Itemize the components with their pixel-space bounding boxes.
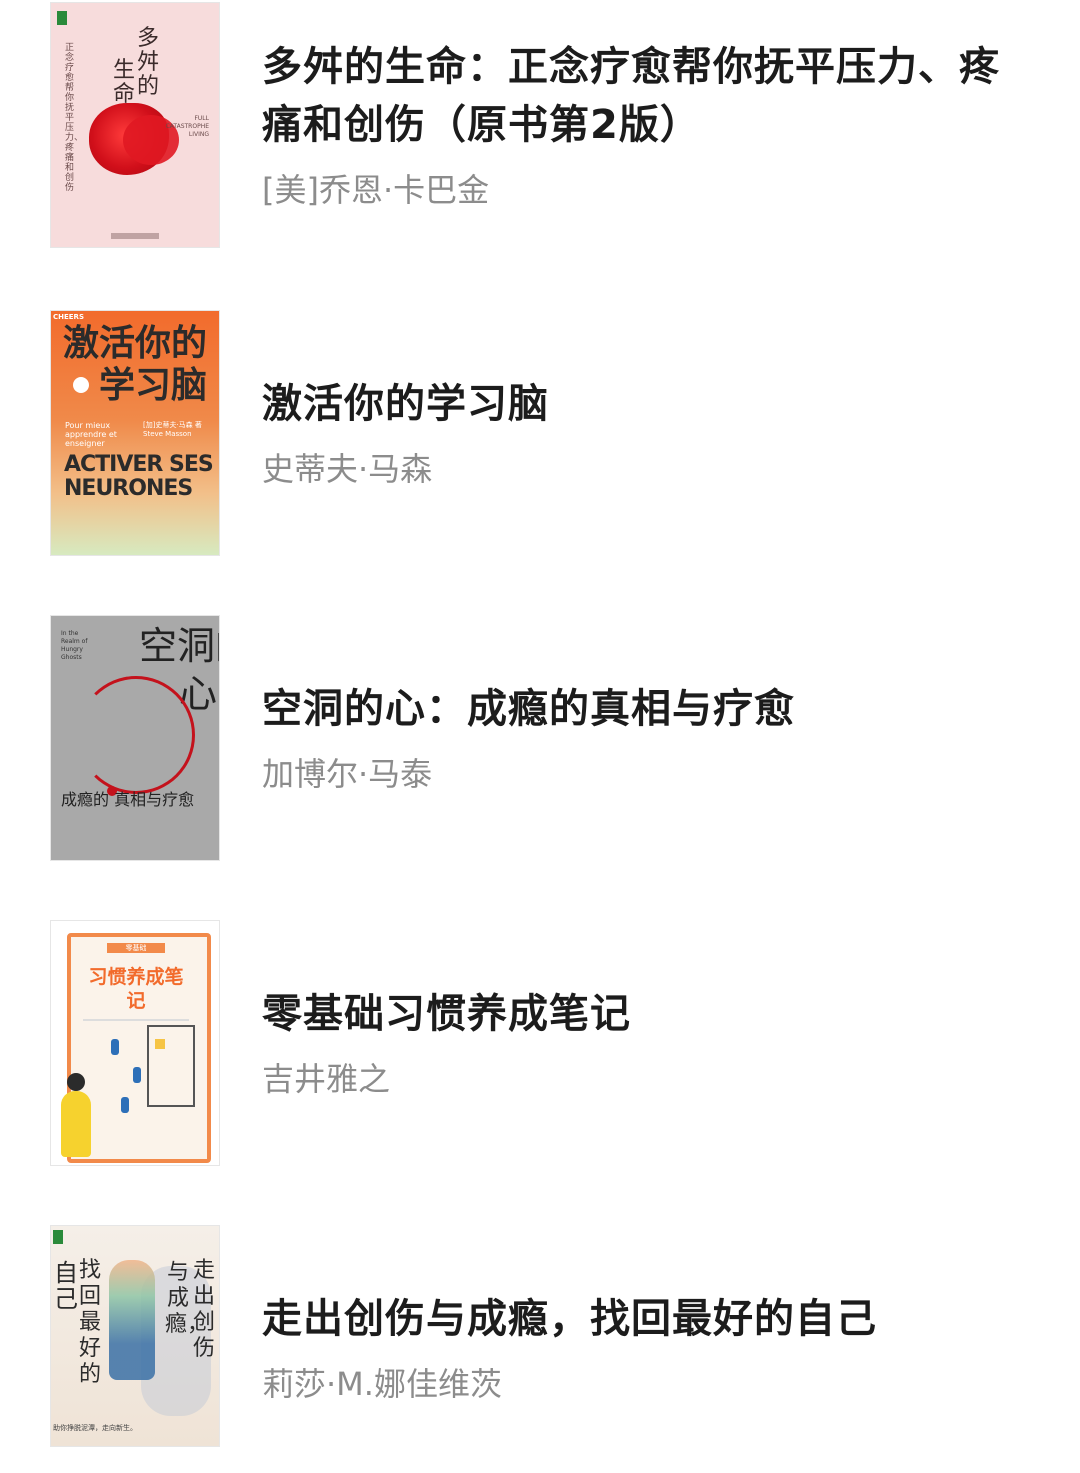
cover-title-line: 生命	[113, 58, 136, 107]
window-illustration	[155, 1039, 165, 1049]
circle-illustration	[77, 676, 195, 794]
figure-illustration	[121, 1097, 129, 1113]
book-cover[interactable]: 零基础 习惯养成笔记	[51, 921, 219, 1165]
cover-title-line: 学习脑	[99, 365, 208, 406]
figure-illustration	[111, 1039, 119, 1055]
book-title[interactable]: 空洞的心：成瘾的真相与疗愈	[262, 680, 1030, 738]
list-item[interactable]: 自己 找回最好的 与成瘾， 走出创伤 助你挣脱泥潭，走向新生。 走出创伤与成瘾，…	[0, 1223, 1080, 1473]
book-cover[interactable]: CHEERS 激活你的 学习脑 Pour mieux apprendre et …	[51, 311, 219, 555]
list-item[interactable]: In the Realm of Hungry Ghosts 空洞的 心 成瘾的 …	[0, 613, 1080, 863]
book-title[interactable]: 多舛的生命：正念疗愈帮你抚平压力、疼痛和创伤（原书第2版）	[262, 38, 1030, 154]
cover-title: 习惯养成笔记	[88, 966, 184, 1012]
book-list: 多舛的 生命 正念疗愈帮你抚平压力、疼痛和创伤 FULL CATASTROPHE…	[0, 0, 1080, 1446]
publisher-logo: CHEERS	[53, 313, 84, 321]
publisher-mark	[111, 233, 159, 239]
cover-title-line: 自己	[54, 1259, 78, 1313]
book-cover[interactable]: In the Realm of Hungry Ghosts 空洞的 心 成瘾的 …	[51, 616, 219, 860]
book-info: 零基础习惯养成笔记 吉井雅之	[262, 918, 1030, 1168]
list-item[interactable]: 多舛的 生命 正念疗愈帮你抚平压力、疼痛和创伤 FULL CATASTROPHE…	[0, 0, 1080, 250]
cover-title-line: 与成瘾，	[165, 1260, 210, 1337]
cover-title-line: 空洞的	[139, 624, 219, 668]
book-author: 加博尔·马泰	[262, 755, 433, 793]
cover-tagline: 助你挣脱泥潭，走向新生。	[53, 1424, 137, 1432]
list-item[interactable]: 零基础 习惯养成笔记 零基础习惯养成笔记 吉井雅之	[0, 918, 1080, 1168]
list-item[interactable]: CHEERS 激活你的 学习脑 Pour mieux apprendre et …	[0, 308, 1080, 558]
book-author: 莉莎·M.娜佳维茨	[262, 1365, 502, 1403]
book-cover[interactable]: 多舛的 生命 正念疗愈帮你抚平压力、疼痛和创伤 FULL CATASTROPHE…	[51, 3, 219, 247]
cover-english-title: FULL CATASTROPHE LIVING	[165, 115, 209, 138]
cover-title-line: 找回最好的	[78, 1258, 101, 1387]
runner-illustration	[109, 1260, 155, 1380]
person-head-illustration	[67, 1073, 85, 1091]
book-info: 多舛的生命：正念疗愈帮你抚平压力、疼痛和创伤（原书第2版） [美]乔恩·卡巴金	[262, 0, 1030, 250]
figure-illustration	[133, 1067, 141, 1083]
cover-french-subtitle: Pour mieux apprendre et enseigner	[65, 421, 117, 448]
cover-tag: 零基础	[107, 943, 165, 953]
cover-title-line: 激活你的	[63, 323, 208, 364]
book-info: 走出创伤与成瘾，找回最好的自己 莉莎·M.娜佳维茨	[262, 1223, 1030, 1473]
book-cover[interactable]: 自己 找回最好的 与成瘾， 走出创伤 助你挣脱泥潭，走向新生。	[51, 1226, 219, 1446]
cover-english-title: In the Realm of Hungry Ghosts	[61, 630, 88, 661]
cover-subtitle: 正念疗愈帮你抚平压力、疼痛和创伤	[65, 43, 84, 193]
book-info: 激活你的学习脑 史蒂夫·马森	[262, 308, 1030, 558]
cover-author: [加]史蒂夫·马森 著 Steve Masson	[143, 421, 202, 438]
book-author: 史蒂夫·马森	[262, 450, 433, 488]
book-title[interactable]: 走出创伤与成瘾，找回最好的自己	[262, 1290, 1030, 1348]
cover-title-line: 走出创伤	[192, 1258, 215, 1361]
book-author: 吉井雅之	[262, 1060, 391, 1098]
cover-english-title: ACTIVER SES NEURONES	[64, 452, 214, 501]
house-illustration	[147, 1025, 195, 1107]
publisher-logo	[53, 1230, 63, 1244]
person-illustration	[61, 1091, 91, 1157]
book-title[interactable]: 激活你的学习脑	[262, 375, 1030, 433]
book-author: [美]乔恩·卡巴金	[262, 171, 490, 209]
divider	[83, 1019, 189, 1021]
publisher-logo	[57, 11, 67, 25]
book-title[interactable]: 零基础习惯养成笔记	[262, 985, 1030, 1043]
cover-subtitle: 成瘾的 真相与疗愈	[61, 790, 195, 809]
dot-icon	[73, 377, 89, 393]
cover-title-line: 多舛的	[137, 26, 160, 99]
book-info: 空洞的心：成瘾的真相与疗愈 加博尔·马泰	[262, 613, 1030, 863]
